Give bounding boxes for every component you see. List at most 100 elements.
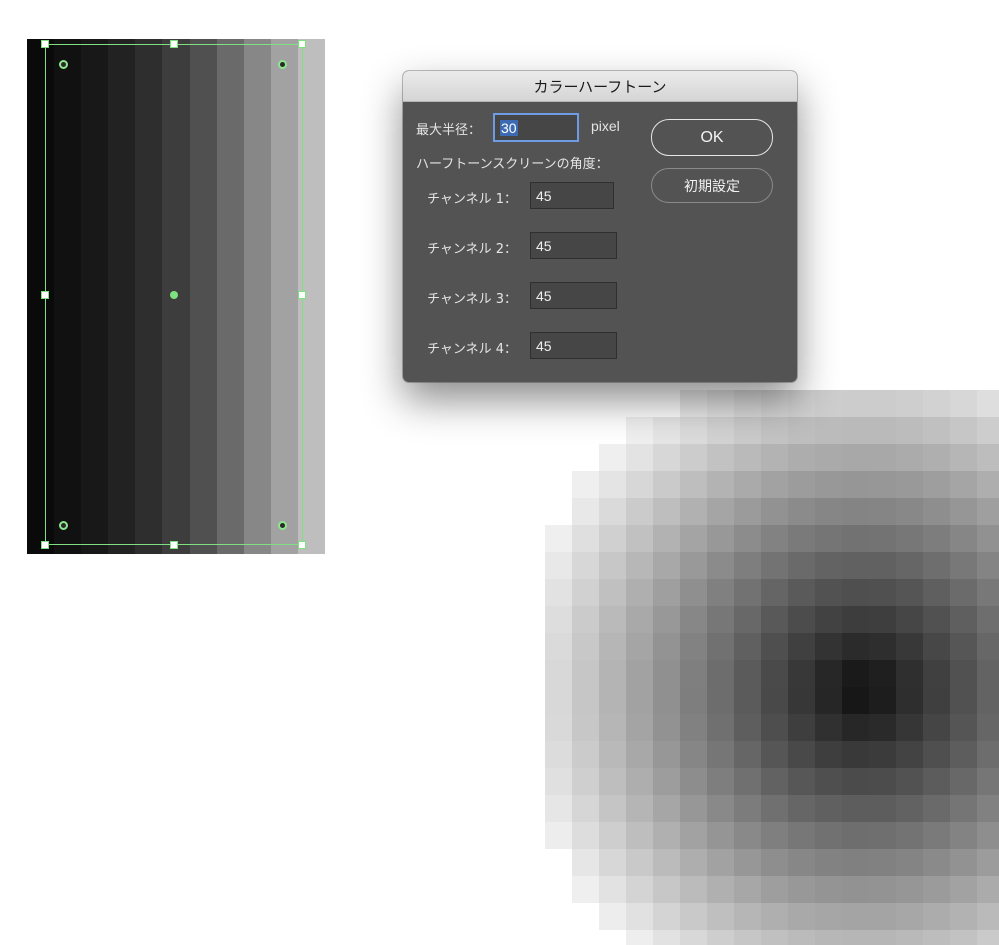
halftone-pixel <box>680 795 707 822</box>
halftone-pixel <box>599 606 626 633</box>
halftone-pixel <box>842 822 869 849</box>
halftone-pixel <box>734 606 761 633</box>
halftone-pixel <box>680 849 707 876</box>
halftone-pixel <box>788 930 815 945</box>
corner-radius-widget-bottom-left[interactable] <box>59 521 68 530</box>
resize-handle-middle-right[interactable] <box>298 291 306 299</box>
halftone-pixel <box>788 498 815 525</box>
halftone-pixel <box>707 660 734 687</box>
halftone-pixel <box>896 552 923 579</box>
channel-3-angle-input[interactable]: 45 <box>530 282 617 309</box>
resize-handle-top-middle[interactable] <box>170 40 178 48</box>
channel-1-angle-input[interactable]: 45 <box>530 182 614 209</box>
halftone-pixel <box>923 849 950 876</box>
halftone-pixel <box>626 849 653 876</box>
halftone-pixel <box>869 741 896 768</box>
resize-handle-bottom-middle[interactable] <box>170 541 178 549</box>
halftone-pixel <box>599 525 626 552</box>
halftone-pixel <box>707 525 734 552</box>
halftone-pixel <box>896 795 923 822</box>
ok-button[interactable]: OK <box>651 119 773 156</box>
halftone-pixel <box>626 876 653 903</box>
halftone-pixel <box>950 876 977 903</box>
halftone-pixel <box>761 660 788 687</box>
resize-handle-top-right[interactable] <box>298 40 306 48</box>
halftone-pixel <box>680 822 707 849</box>
gradient-strip <box>108 39 136 554</box>
resize-handle-top-left[interactable] <box>41 40 49 48</box>
halftone-pixel <box>977 795 999 822</box>
halftone-pixel <box>626 741 653 768</box>
halftone-pixel <box>896 525 923 552</box>
halftone-pixel <box>599 795 626 822</box>
channel-2-angle-input[interactable]: 45 <box>530 232 617 259</box>
corner-radius-widget-bottom-right[interactable] <box>278 521 287 530</box>
halftone-pixel <box>950 741 977 768</box>
halftone-pixel <box>842 849 869 876</box>
halftone-pixel <box>896 876 923 903</box>
halftone-pixel <box>680 390 707 417</box>
halftone-pixel <box>761 876 788 903</box>
gradient-strip <box>216 39 244 554</box>
reset-defaults-button[interactable]: 初期設定 <box>651 168 773 203</box>
halftone-pixel <box>653 903 680 930</box>
halftone-pixel <box>842 741 869 768</box>
halftone-pixel <box>869 849 896 876</box>
halftone-pixel <box>815 444 842 471</box>
gradient-strip <box>243 39 271 554</box>
halftone-pixel <box>923 930 950 945</box>
halftone-pixel <box>788 687 815 714</box>
halftone-pixel <box>923 552 950 579</box>
resize-handle-bottom-left[interactable] <box>41 541 49 549</box>
halftone-pixel <box>923 714 950 741</box>
halftone-pixel <box>545 633 572 660</box>
halftone-pixel <box>653 768 680 795</box>
channel-1-label: チャンネル 1： <box>427 192 518 207</box>
halftone-pixel <box>680 444 707 471</box>
halftone-pixel <box>950 606 977 633</box>
halftone-pixel <box>842 714 869 741</box>
halftone-pixel <box>923 606 950 633</box>
angle-section-label: ハーフトーンスクリーンの角度： <box>416 157 609 172</box>
resize-handle-bottom-right[interactable] <box>298 541 306 549</box>
corner-radius-widget-top-right[interactable] <box>278 60 287 69</box>
resize-handle-middle-left[interactable] <box>41 291 49 299</box>
halftone-pixel <box>734 903 761 930</box>
halftone-pixel <box>815 633 842 660</box>
halftone-pixel <box>977 660 999 687</box>
halftone-pixel <box>815 660 842 687</box>
halftone-pixel <box>815 606 842 633</box>
halftone-pixel <box>977 417 999 444</box>
halftone-pixel <box>707 903 734 930</box>
halftone-pixel <box>869 822 896 849</box>
halftone-pixel <box>977 552 999 579</box>
halftone-pixel <box>545 822 572 849</box>
halftone-pixel <box>734 579 761 606</box>
halftone-pixel <box>707 579 734 606</box>
halftone-pixel <box>842 525 869 552</box>
halftone-pixel <box>950 822 977 849</box>
halftone-pixel <box>842 417 869 444</box>
max-radius-value: 30 <box>500 119 518 136</box>
halftone-pixel <box>788 633 815 660</box>
halftone-pixel <box>896 768 923 795</box>
channel-4-angle-input[interactable]: 45 <box>530 332 617 359</box>
halftone-pixel <box>626 795 653 822</box>
halftone-pixel <box>815 525 842 552</box>
halftone-pixel <box>599 579 626 606</box>
max-radius-input[interactable]: 30 <box>494 114 578 141</box>
halftone-pixel <box>923 687 950 714</box>
selection-center-point[interactable] <box>170 291 178 299</box>
halftone-pixel <box>653 876 680 903</box>
halftone-pixel <box>950 714 977 741</box>
halftone-pixel <box>680 903 707 930</box>
halftone-pixel <box>761 417 788 444</box>
halftone-pixel <box>977 498 999 525</box>
corner-radius-widget-top-left[interactable] <box>59 60 68 69</box>
halftone-pixel <box>761 714 788 741</box>
halftone-pixel <box>896 390 923 417</box>
halftone-pixel <box>599 471 626 498</box>
halftone-pixel <box>734 741 761 768</box>
halftone-pixel <box>950 417 977 444</box>
halftone-pixel <box>950 930 977 945</box>
